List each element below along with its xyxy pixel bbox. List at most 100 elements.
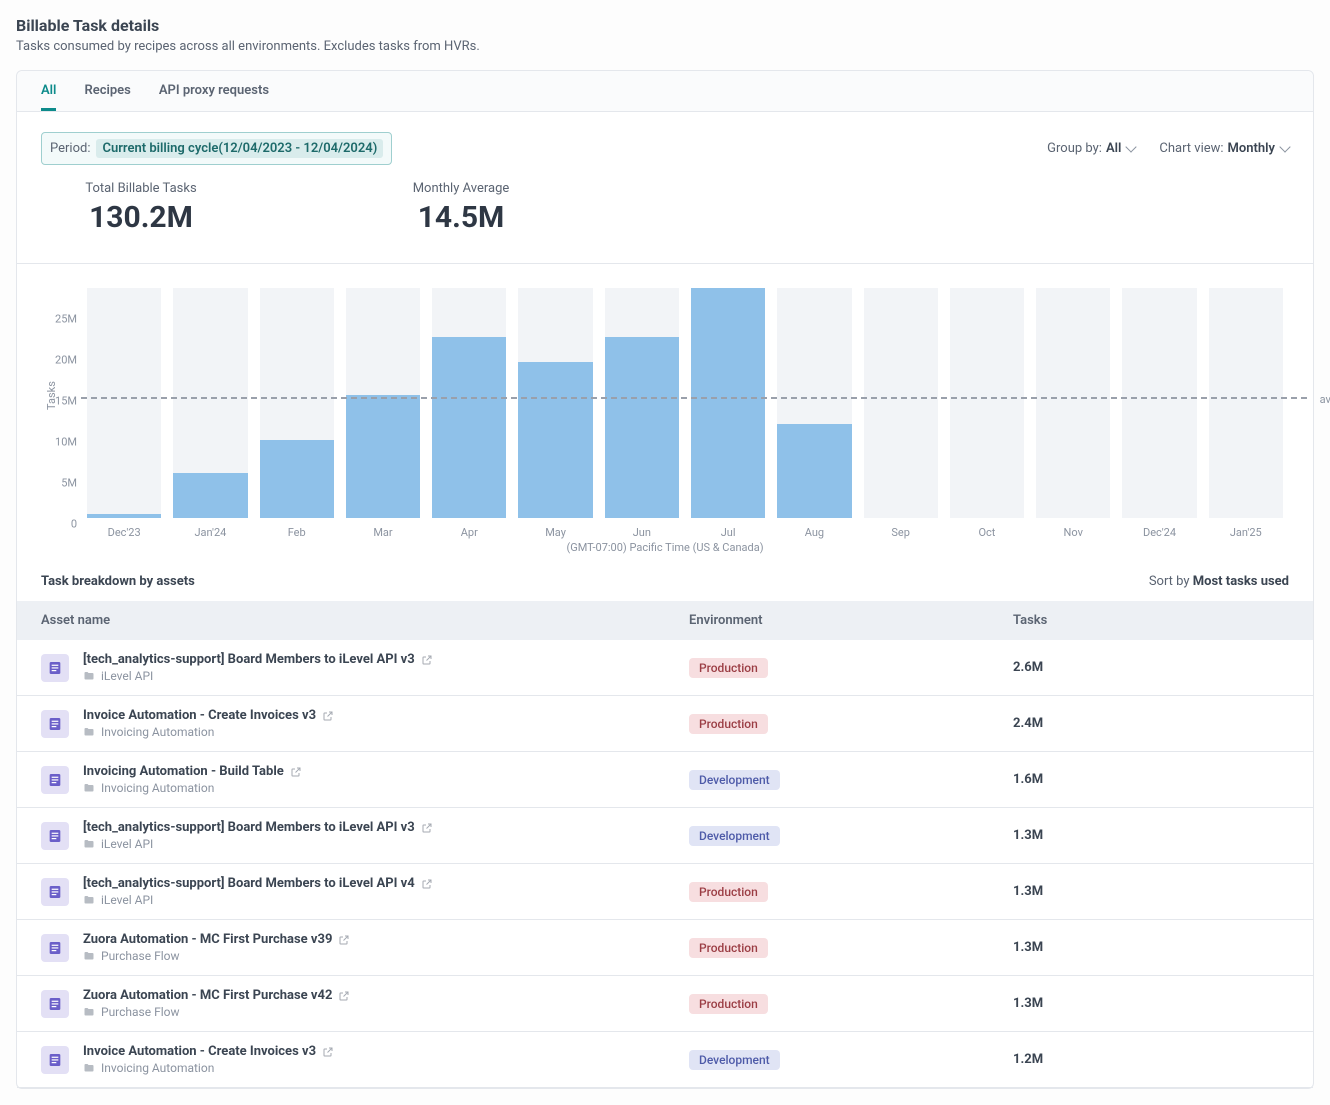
- x-tick: Apr: [426, 526, 512, 539]
- bar-slot: [432, 288, 506, 518]
- x-tick: Jun: [599, 526, 685, 539]
- sort-by-dropdown[interactable]: Sort by Most tasks used: [1149, 574, 1289, 589]
- bar-slot: [260, 288, 334, 518]
- bar[interactable]: [173, 473, 247, 518]
- bar-slot: [173, 288, 247, 518]
- column-header[interactable]: Environment: [665, 601, 989, 640]
- external-link-icon: [290, 766, 302, 778]
- folder-icon: [83, 1006, 95, 1018]
- asset-name-link[interactable]: Zuora Automation - MC First Purchase v42: [83, 988, 350, 1003]
- asset-folder: Invoicing Automation: [83, 1061, 334, 1075]
- tab-all[interactable]: All: [41, 71, 56, 111]
- folder-icon: [83, 838, 95, 850]
- environment-badge: Development: [689, 826, 780, 846]
- table-row[interactable]: [tech_analytics-support] Board Members t…: [17, 808, 1313, 864]
- x-tick: Dec'23: [81, 526, 167, 539]
- period-selector[interactable]: Period: Current billing cycle(12/04/2023…: [41, 132, 392, 165]
- bar[interactable]: [777, 424, 851, 518]
- tasks-count: 1.2M: [989, 1032, 1313, 1088]
- environment-badge: Development: [689, 1050, 780, 1070]
- tasks-count: 2.4M: [989, 696, 1313, 752]
- table-row[interactable]: Zuora Automation - MC First Purchase v39…: [17, 920, 1313, 976]
- asset-name-link[interactable]: Invoicing Automation - Build Table: [83, 764, 302, 779]
- external-link-icon: [421, 654, 433, 666]
- external-link-icon: [421, 878, 433, 890]
- table-row[interactable]: Invoice Automation - Create Invoices v3 I…: [17, 1032, 1313, 1088]
- page-subtitle: Tasks consumed by recipes across all env…: [16, 39, 1314, 54]
- column-header[interactable]: Asset name: [17, 601, 665, 640]
- group-by-value: All: [1106, 141, 1121, 156]
- folder-icon: [83, 782, 95, 794]
- tasks-count: 1.3M: [989, 976, 1313, 1032]
- stat-value: 14.5M: [361, 200, 561, 235]
- group-by-dropdown[interactable]: Group by: All: [1047, 141, 1135, 156]
- bar[interactable]: [260, 440, 334, 518]
- bar-slot: [605, 288, 679, 518]
- recipe-icon: [41, 878, 69, 906]
- tasks-bar-chart: Tasks 05M10M15M20M25M avg: [41, 288, 1289, 518]
- tab-api-proxy-requests[interactable]: API proxy requests: [159, 71, 269, 111]
- chart-view-dropdown[interactable]: Chart view: Monthly: [1159, 141, 1289, 156]
- y-tick: 0: [71, 518, 77, 531]
- external-link-icon: [322, 1046, 334, 1058]
- tab-bar: All Recipes API proxy requests: [17, 71, 1313, 112]
- breakdown-title: Task breakdown by assets: [41, 574, 195, 589]
- page-title: Billable Task details: [16, 16, 1314, 35]
- bar-slot: [864, 288, 938, 518]
- stat-monthly-avg: Monthly Average 14.5M: [361, 181, 561, 235]
- stat-label: Total Billable Tasks: [41, 181, 241, 196]
- x-tick: Feb: [254, 526, 340, 539]
- x-tick: Dec'24: [1116, 526, 1202, 539]
- bar-slot: [1209, 288, 1283, 518]
- environment-badge: Production: [689, 658, 768, 678]
- bar-slot: [1122, 288, 1196, 518]
- external-link-icon: [421, 822, 433, 834]
- bar[interactable]: [518, 362, 592, 518]
- asset-name-link[interactable]: Zuora Automation - MC First Purchase v39: [83, 932, 350, 947]
- folder-icon: [83, 894, 95, 906]
- bar[interactable]: [691, 288, 765, 518]
- recipe-icon: [41, 934, 69, 962]
- bar[interactable]: [605, 337, 679, 518]
- table-row[interactable]: Invoicing Automation - Build Table Invoic…: [17, 752, 1313, 808]
- bar[interactable]: [432, 337, 506, 518]
- tasks-count: 1.3M: [989, 808, 1313, 864]
- asset-folder: Invoicing Automation: [83, 725, 334, 739]
- table-row[interactable]: Zuora Automation - MC First Purchase v42…: [17, 976, 1313, 1032]
- bar-slot: [777, 288, 851, 518]
- asset-name-link[interactable]: [tech_analytics-support] Board Members t…: [83, 876, 433, 891]
- group-by-label: Group by:: [1047, 141, 1102, 156]
- bar-slot: [346, 288, 420, 518]
- avg-label: avg: [1320, 393, 1330, 406]
- asset-name-link[interactable]: Invoice Automation - Create Invoices v3: [83, 1044, 334, 1059]
- asset-name-link[interactable]: [tech_analytics-support] Board Members t…: [83, 652, 433, 667]
- environment-badge: Development: [689, 770, 780, 790]
- x-tick: Oct: [944, 526, 1030, 539]
- environment-badge: Production: [689, 882, 768, 902]
- asset-name-link[interactable]: [tech_analytics-support] Board Members t…: [83, 820, 433, 835]
- tasks-count: 1.6M: [989, 752, 1313, 808]
- recipe-icon: [41, 710, 69, 738]
- table-row[interactable]: [tech_analytics-support] Board Members t…: [17, 640, 1313, 696]
- asset-folder: iLevel API: [83, 837, 433, 851]
- sort-by-label: Sort by: [1149, 574, 1190, 589]
- bar-slot: [518, 288, 592, 518]
- column-header[interactable]: Tasks: [989, 601, 1313, 640]
- chart-view-value: Monthly: [1228, 141, 1275, 156]
- external-link-icon: [322, 710, 334, 722]
- asset-name-link[interactable]: Invoice Automation - Create Invoices v3: [83, 708, 334, 723]
- asset-folder: Invoicing Automation: [83, 781, 302, 795]
- environment-badge: Production: [689, 994, 768, 1014]
- bar-slot: [87, 288, 161, 518]
- table-row[interactable]: Invoice Automation - Create Invoices v3 I…: [17, 696, 1313, 752]
- bar[interactable]: [87, 514, 161, 518]
- period-label: Period:: [50, 141, 90, 156]
- table-row[interactable]: [tech_analytics-support] Board Members t…: [17, 864, 1313, 920]
- bar[interactable]: [346, 395, 420, 518]
- tab-recipes[interactable]: Recipes: [84, 71, 130, 111]
- environment-badge: Production: [689, 938, 768, 958]
- y-tick: 20M: [55, 353, 77, 366]
- stat-value: 130.2M: [41, 200, 241, 235]
- x-tick: Jan'25: [1203, 526, 1289, 539]
- recipe-icon: [41, 766, 69, 794]
